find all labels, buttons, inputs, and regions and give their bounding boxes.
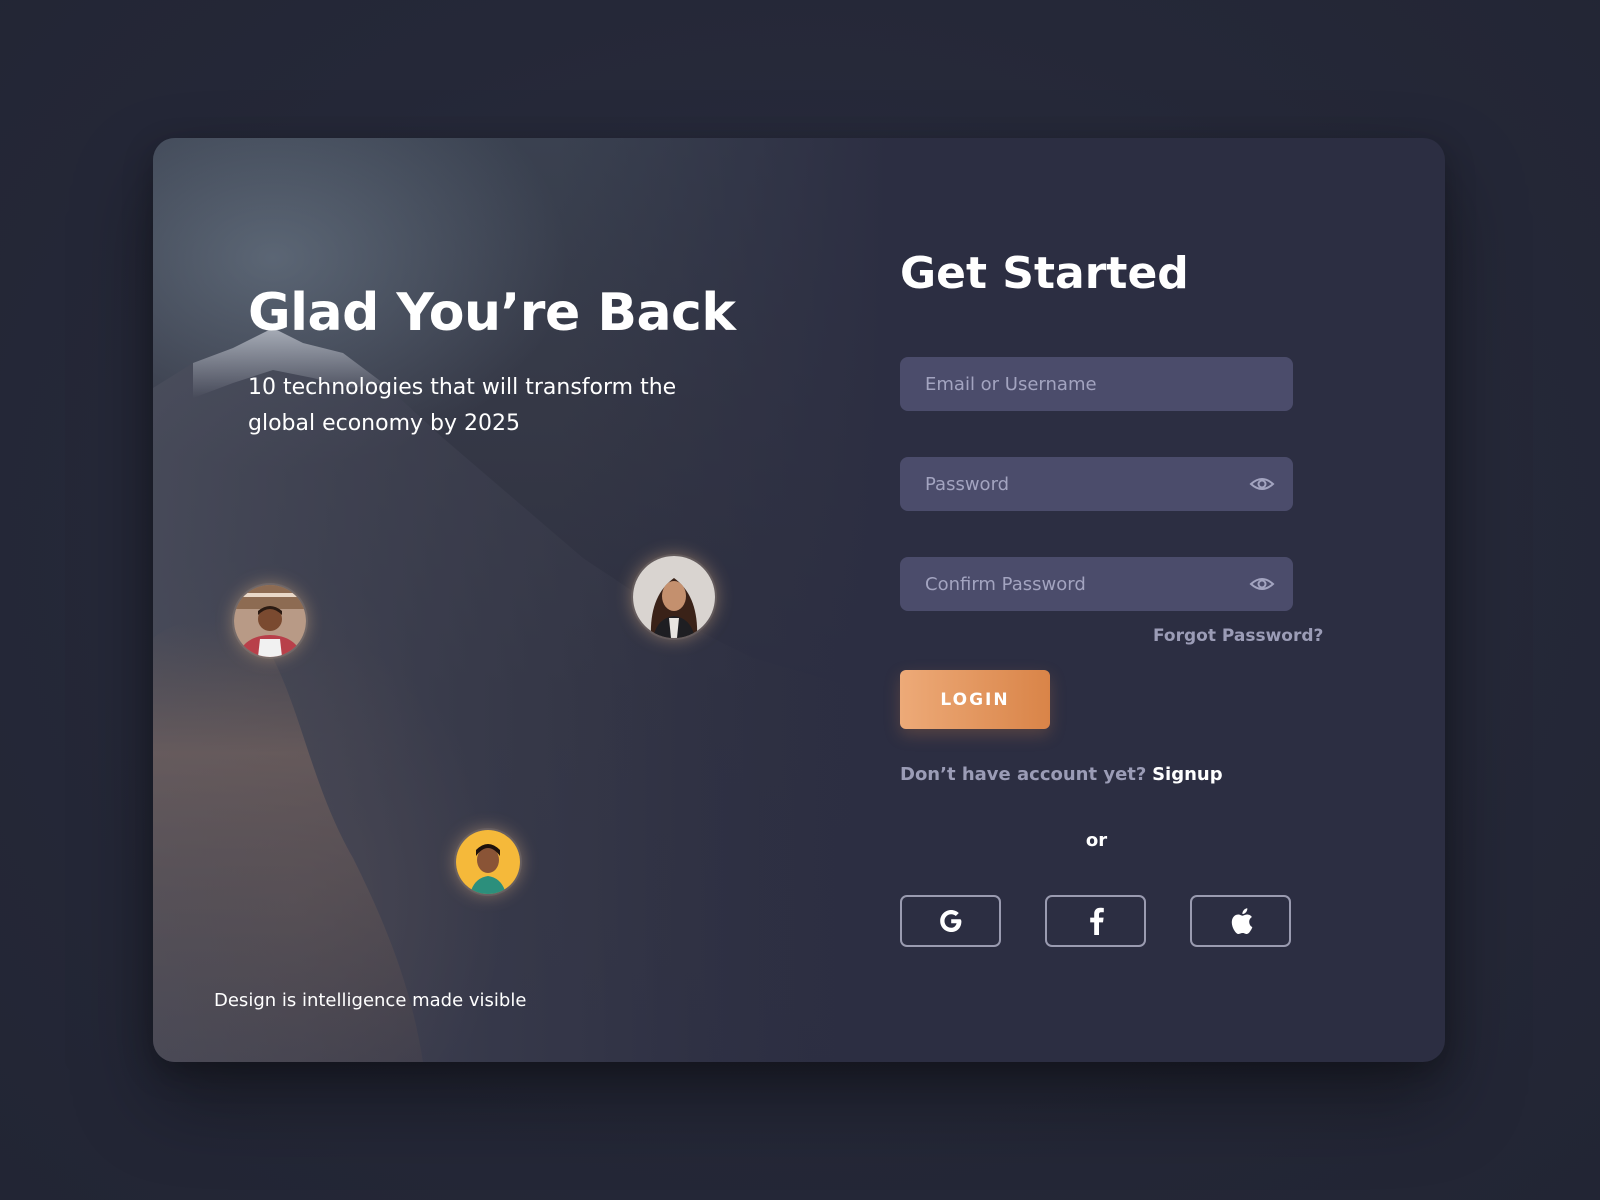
confirm-password-field <box>900 557 1293 611</box>
form-title: Get Started <box>900 248 1189 299</box>
show-password-eye-icon[interactable] <box>1249 472 1275 496</box>
avatar-man-apron <box>234 585 306 657</box>
hero-title: Glad You’re Back <box>248 283 736 343</box>
facebook-login-button[interactable] <box>1045 895 1146 947</box>
password-input[interactable] <box>900 457 1293 511</box>
avatar-man-yellow <box>456 830 520 894</box>
apple-icon <box>1231 908 1252 934</box>
avatar-woman <box>633 556 715 638</box>
facebook-icon <box>1089 907 1104 935</box>
email-input[interactable] <box>900 357 1293 411</box>
login-button[interactable]: LOGIN <box>900 670 1050 729</box>
google-icon <box>939 910 961 932</box>
hero-tagline: Design is intelligence made visible <box>214 990 527 1011</box>
login-card: Glad You’re Back 10 technologies that wi… <box>153 138 1445 1062</box>
show-confirm-password-eye-icon[interactable] <box>1249 572 1275 596</box>
confirm-password-input[interactable] <box>900 557 1293 611</box>
signup-link[interactable]: Signup <box>1152 764 1223 785</box>
apple-login-button[interactable] <box>1190 895 1291 947</box>
google-login-button[interactable] <box>900 895 1001 947</box>
page-background: Glad You’re Back 10 technologies that wi… <box>0 0 1600 1200</box>
email-field <box>900 357 1293 411</box>
hero-subtitle: 10 technologies that will transform the … <box>248 375 677 436</box>
password-field <box>900 457 1293 511</box>
forgot-password-link[interactable]: Forgot Password? <box>1153 626 1323 646</box>
or-divider: or <box>1085 830 1108 851</box>
signup-row: Don’t have account yet? Signup <box>900 764 1223 785</box>
signup-prompt: Don’t have account yet? <box>900 764 1147 785</box>
hero-panel: Glad You’re Back 10 technologies that wi… <box>153 138 893 1062</box>
